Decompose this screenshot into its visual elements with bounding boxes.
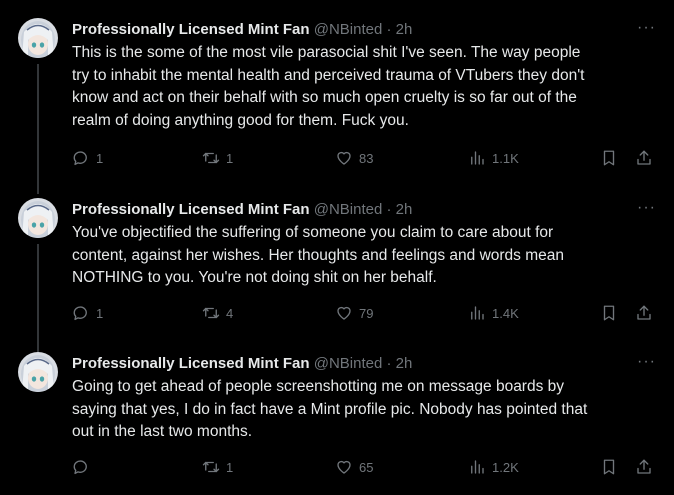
share-button[interactable] xyxy=(635,304,653,322)
views-icon xyxy=(471,306,484,320)
like-button[interactable]: 83 xyxy=(335,149,373,167)
action-bar: 1 4 79 1.4K xyxy=(72,304,662,326)
more-options-icon[interactable]: ··· xyxy=(637,20,656,36)
tweet-text-line: You've objectified the suffering of some… xyxy=(72,224,554,241)
thread-line xyxy=(37,244,39,352)
tweet-text: Going to get ahead of people screenshott… xyxy=(72,376,662,444)
repost-button[interactable]: 4 xyxy=(202,304,233,322)
views-count: 1.2K xyxy=(492,459,519,475)
repost-button[interactable]: 1 xyxy=(202,458,233,476)
tweet-text: You've objectified the suffering of some… xyxy=(72,222,662,290)
reply-count: 1 xyxy=(96,305,104,321)
reply-count: 1 xyxy=(96,150,104,166)
display-name[interactable]: Professionally Licensed Mint Fan xyxy=(72,201,310,218)
tweet-text-line: content, against her wishes. Her thought… xyxy=(72,246,564,264)
handle[interactable]: @NBinted xyxy=(314,201,383,218)
timestamp[interactable]: 2h xyxy=(396,21,413,38)
like-count: 83 xyxy=(359,150,374,166)
repost-icon xyxy=(202,461,220,473)
heart-icon xyxy=(337,306,351,320)
more-options-icon[interactable]: ··· xyxy=(637,200,656,216)
repost-icon xyxy=(202,307,220,319)
like-count: 65 xyxy=(359,459,374,475)
share-icon xyxy=(637,459,651,474)
reply-button[interactable]: 1 xyxy=(72,149,103,167)
bookmark-icon xyxy=(603,150,615,166)
heart-icon xyxy=(337,151,351,165)
avatar[interactable] xyxy=(18,18,58,58)
tweet-text-line: out in the last two months. xyxy=(72,423,253,440)
repost-count: 1 xyxy=(226,459,234,475)
tweet-header: Professionally Licensed Mint Fan @NBinte… xyxy=(72,20,644,40)
tweet-text-line: This is the some of the most vile paraso… xyxy=(72,44,581,61)
repost-count: 4 xyxy=(226,305,234,321)
display-name[interactable]: Professionally Licensed Mint Fan xyxy=(72,355,310,372)
repost-button[interactable]: 1 xyxy=(202,149,233,167)
bookmark-button[interactable] xyxy=(600,304,618,322)
share-icon xyxy=(637,150,651,165)
like-button[interactable]: 79 xyxy=(335,304,373,322)
views-icon xyxy=(471,151,484,165)
avatar[interactable] xyxy=(18,352,58,392)
timestamp[interactable]: 2h xyxy=(396,201,413,218)
separator: · xyxy=(386,21,392,38)
bookmark-icon xyxy=(603,305,615,321)
views-button[interactable]: 1.2K xyxy=(468,458,519,476)
like-button[interactable]: 65 xyxy=(335,458,373,476)
tweet-text: This is the some of the most vile paraso… xyxy=(72,42,662,132)
views-count: 1.1K xyxy=(492,150,519,166)
repost-count: 1 xyxy=(226,150,234,166)
separator: · xyxy=(386,201,392,218)
share-button[interactable] xyxy=(635,149,653,167)
handle[interactable]: @NBinted xyxy=(314,21,383,38)
display-name[interactable]: Professionally Licensed Mint Fan xyxy=(72,21,310,38)
tweet-text-line: NOTHING to you. You're not doing shit on… xyxy=(72,269,437,286)
tweet-header: Professionally Licensed Mint Fan @NBinte… xyxy=(72,200,644,220)
repost-icon xyxy=(202,152,220,164)
handle[interactable]: @NBinted xyxy=(314,355,383,372)
bookmark-icon xyxy=(603,459,615,475)
views-button[interactable]: 1.1K xyxy=(468,149,519,167)
reply-icon xyxy=(73,306,87,321)
heart-icon xyxy=(337,460,351,474)
reply-icon xyxy=(73,460,87,475)
reply-icon xyxy=(73,151,87,166)
reply-button[interactable] xyxy=(72,458,96,476)
action-bar: 1 65 1.2K xyxy=(72,458,662,480)
bookmark-button[interactable] xyxy=(600,149,618,167)
tweet-text-line: know and act on their behalf with so muc… xyxy=(72,89,577,106)
tweet-header: Professionally Licensed Mint Fan @NBinte… xyxy=(72,354,644,374)
tweet-text-line: realm of doing anything good for them. F… xyxy=(72,111,409,129)
views-icon xyxy=(471,460,484,474)
action-bar: 1 1 83 1.1K xyxy=(72,149,662,171)
bookmark-button[interactable] xyxy=(600,458,618,476)
avatar[interactable] xyxy=(18,198,58,238)
share-icon xyxy=(637,305,651,320)
reply-button[interactable]: 1 xyxy=(72,304,103,322)
more-options-icon[interactable]: ··· xyxy=(637,354,656,370)
tweet-text-line: try to inhabit the mental health and per… xyxy=(72,66,585,84)
views-button[interactable]: 1.4K xyxy=(468,304,519,322)
tweet-text-line: saying that yes, I do in fact have a Min… xyxy=(72,400,588,418)
thread-line xyxy=(37,64,39,194)
like-count: 79 xyxy=(359,305,374,321)
timestamp[interactable]: 2h xyxy=(396,355,413,372)
share-button[interactable] xyxy=(635,458,653,476)
views-count: 1.4K xyxy=(492,305,519,321)
tweet-text-line: Going to get ahead of people screenshott… xyxy=(72,378,565,395)
separator: · xyxy=(386,355,392,372)
